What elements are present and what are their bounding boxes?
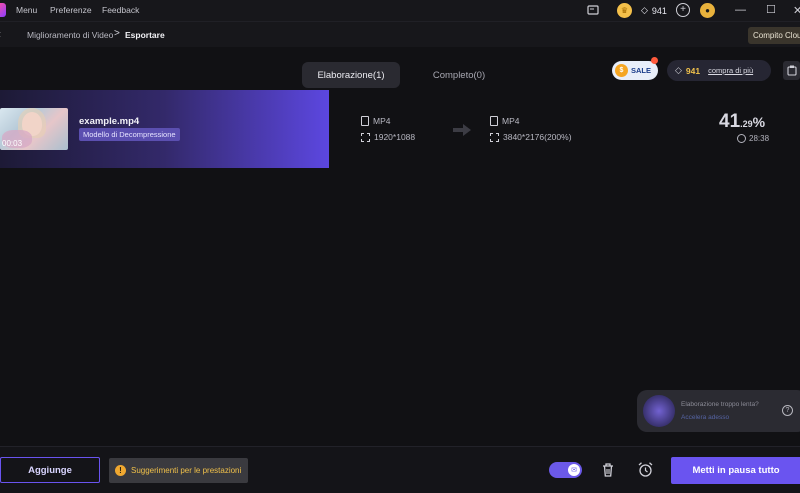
video-thumbnail[interactable]: 00:03	[0, 108, 68, 150]
progress-percent: 41.29%	[719, 111, 766, 132]
thumbnail-duration: 00:03	[2, 139, 23, 148]
speed-tip-toast[interactable]: Elaborazione troppo lenta? Accelera ades…	[637, 390, 800, 432]
breadcrumb-separator: >	[114, 28, 120, 39]
message-icon[interactable]	[585, 3, 600, 18]
mail-icon: ✉	[568, 464, 580, 476]
source-format: MP4	[361, 116, 390, 126]
pause-all-button[interactable]: Metti in pausa tutto	[671, 457, 800, 484]
rocket-icon	[643, 395, 675, 427]
maximize-icon[interactable]: ☐	[766, 3, 776, 16]
breadcrumb-current: Esportare	[125, 30, 165, 40]
tab-completed[interactable]: Completo(0)	[410, 62, 508, 88]
credits-display[interactable]: ◇ 941	[641, 3, 667, 18]
alarm-clock-icon[interactable]	[637, 461, 654, 478]
arrow-right-icon	[453, 124, 471, 136]
notification-dot	[651, 57, 658, 64]
minimize-icon[interactable]: —	[735, 4, 746, 16]
close-icon[interactable]: ✕	[793, 4, 800, 17]
menu-item-preferences[interactable]: Preferenze	[50, 5, 92, 15]
cloud-task-button[interactable]: Compito Cloud	[748, 27, 800, 44]
resolution-icon	[490, 132, 499, 142]
diamond-icon: ◇	[641, 5, 648, 15]
clock-icon	[737, 134, 746, 143]
resolution-icon	[361, 132, 370, 142]
toast-message: Elaborazione troppo lenta?	[681, 401, 759, 408]
crown-icon[interactable]: ♛	[617, 3, 632, 18]
performance-tips-button[interactable]: ! Suggerimenti per le prestazioni	[109, 458, 248, 483]
file-name: example.mp4	[79, 116, 140, 127]
menu-item-feedback[interactable]: Feedback	[102, 5, 139, 15]
user-avatar-icon[interactable]: ●	[700, 3, 715, 18]
sale-badge[interactable]: $ SALE	[612, 61, 658, 80]
target-resolution: 3840*2176(200%)	[490, 132, 572, 142]
add-credits-icon[interactable]: +	[676, 3, 690, 17]
credits-amount: 941	[685, 65, 701, 76]
credits-count: 941	[651, 5, 667, 16]
file-icon	[361, 116, 369, 126]
warning-icon: !	[115, 465, 126, 476]
help-icon[interactable]: ?	[782, 405, 793, 416]
title-bar: Menu Preferenze Feedback ♛ ◇ 941 + ● — ☐…	[0, 0, 800, 21]
accelerate-link[interactable]: Accelera adesso	[681, 414, 729, 421]
file-icon	[490, 116, 498, 126]
breadcrumb-parent[interactable]: Miglioramento di Video	[27, 30, 113, 40]
clipboard-icon[interactable]	[783, 61, 800, 80]
back-arrow-icon[interactable]: ‹	[0, 27, 1, 41]
menu-item-menu[interactable]: Menu	[16, 5, 37, 15]
coin-icon: $	[615, 64, 628, 77]
model-tag: Modello di Decompressione	[79, 128, 180, 141]
credits-pill[interactable]: ◇ 941 compra di più	[667, 60, 771, 81]
diamond-icon: ◇	[675, 65, 682, 75]
trash-icon[interactable]	[600, 462, 616, 478]
target-format: MP4	[490, 116, 519, 126]
tips-label: Suggerimenti per le prestazioni	[131, 466, 242, 475]
add-button[interactable]: Aggiunge	[0, 457, 100, 483]
breadcrumb-bar: ‹ Miglioramento di Video > Esportare Com…	[0, 21, 800, 47]
app-logo-icon	[0, 3, 6, 17]
time-remaining: 28:38	[737, 134, 769, 143]
buy-more-link[interactable]: compra di più	[708, 66, 753, 75]
email-notify-toggle[interactable]: ✉	[549, 462, 582, 478]
sale-label: SALE	[631, 66, 652, 75]
tab-processing[interactable]: Elaborazione(1)	[302, 62, 400, 88]
source-resolution: 1920*1088	[361, 132, 415, 142]
